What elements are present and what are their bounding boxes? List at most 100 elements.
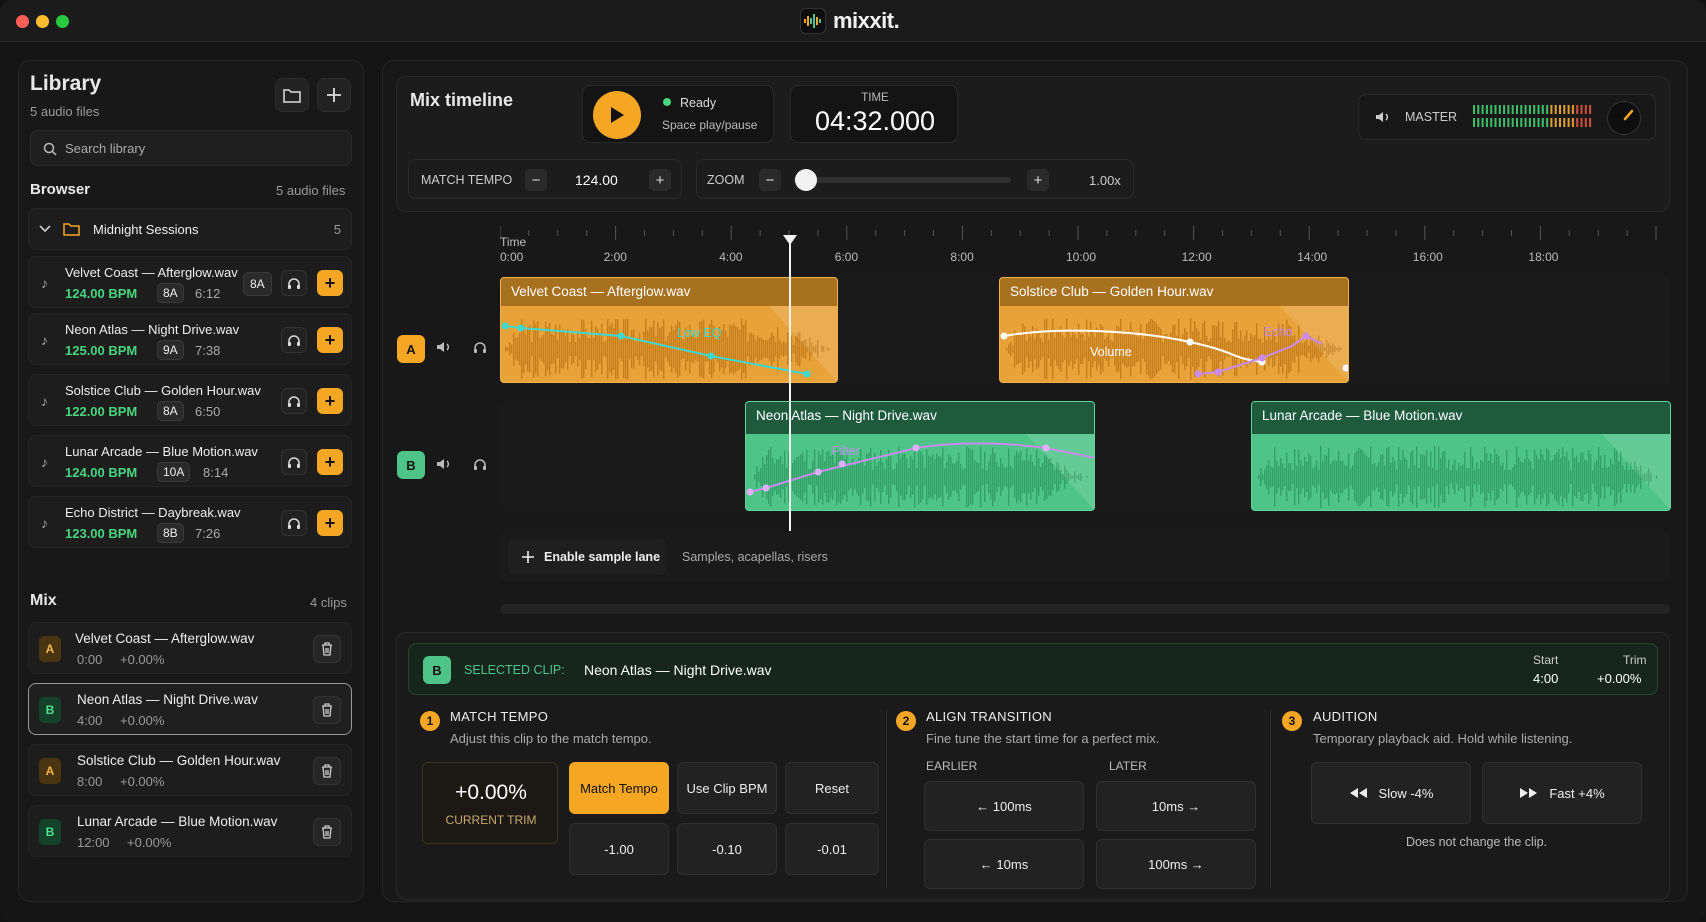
current-trim-caption: CURRENT TRIM: [445, 813, 537, 827]
use-clip-bpm-button[interactable]: Use Clip BPM: [677, 762, 777, 814]
timeline-clip[interactable]: Lunar Arcade — Blue Motion.wav: [1251, 401, 1671, 511]
mix-clip-item[interactable]: B Neon Atlas — Night Drive.wav 4:00 +0.0…: [28, 683, 352, 735]
time-ruler[interactable]: 0:00 2:00 4:00 6:00 8:00 10:00 12:00 14:00 16:00…: [500, 226, 1670, 270]
match-tempo-title: MATCH TEMPO: [450, 709, 549, 724]
playhead-handle-icon[interactable]: [782, 234, 798, 246]
mix-clip-item[interactable]: A Velvet Coast — Afterglow.wav 0:00 +0.0…: [28, 622, 352, 674]
library-track[interactable]: ♪ Velvet Coast — Afterglow.wav 124.00 BP…: [28, 256, 352, 308]
music-note-icon: ♪: [41, 393, 48, 409]
folder-count: 5: [333, 222, 341, 237]
shift-earlier-10ms-button[interactable]: ← 10ms: [924, 839, 1084, 889]
timeline-clip-selected[interactable]: Neon Atlas — Night Drive.wav Filter: [745, 401, 1095, 511]
music-note-icon: ♪: [41, 275, 48, 291]
app-window: mixxit. Library 5 audio files Search lib…: [0, 0, 1706, 922]
time-value: 04:32.000: [814, 106, 936, 136]
folder-row-midnight-sessions[interactable]: Midnight Sessions 5: [28, 208, 352, 250]
clip-start: 8:00: [77, 774, 103, 789]
tempo-decrement-button[interactable]: −: [525, 169, 547, 191]
trim-minus-1-button[interactable]: -1.00: [569, 823, 669, 875]
trim-minus-0.1-button[interactable]: -0.10: [677, 823, 777, 875]
clip-name: Solstice Club — Golden Hour.wav: [77, 753, 281, 768]
close-window-button[interactable]: [16, 15, 29, 28]
preview-button[interactable]: [281, 270, 307, 296]
align-transition-subtitle: Fine tune the start time for a perfect m…: [926, 731, 1160, 746]
preview-button[interactable]: [281, 327, 307, 353]
add-to-mix-button[interactable]: +: [317, 327, 343, 353]
shift-earlier-100ms-button[interactable]: ← 100ms: [924, 781, 1084, 831]
mix-clip-item[interactable]: A Solstice Club — Golden Hour.wav 8:00 +…: [28, 744, 352, 796]
plus-icon: +: [324, 272, 336, 293]
track-key: 9A: [157, 340, 184, 360]
headphones-icon: [288, 334, 300, 346]
selected-deck-badge: B: [423, 656, 451, 684]
master-section: MASTER: [1358, 94, 1656, 140]
ruler-tick-label: 4:00: [719, 250, 743, 264]
library-track[interactable]: ♪ Neon Atlas — Night Drive.wav 125.00 BP…: [28, 313, 352, 365]
track-duration: 7:26: [195, 526, 221, 541]
delete-clip-button[interactable]: [313, 757, 341, 785]
sample-lane-hint: Samples, acapellas, risers: [682, 550, 828, 564]
step-number: 1: [420, 711, 440, 731]
lane-a-mute-button[interactable]: [436, 340, 452, 359]
zoom-slider-thumb[interactable]: [795, 169, 817, 191]
search-input[interactable]: Search library: [30, 130, 352, 166]
open-folder-button[interactable]: [275, 78, 309, 112]
track-bpm: 124.00 BPM: [65, 465, 138, 480]
enable-sample-lane-button[interactable]: Enable sample lane: [508, 539, 666, 575]
preview-button[interactable]: [281, 449, 307, 475]
library-track[interactable]: ♪ Echo District — Daybreak.wav 123.00 BP…: [28, 496, 352, 548]
plus-icon: +: [1033, 171, 1043, 189]
timeline-clip[interactable]: Solstice Club — Golden Hour.wav Volume E…: [999, 277, 1349, 383]
tempo-increment-button[interactable]: +: [649, 169, 671, 191]
time-label: TIME: [861, 92, 889, 104]
fast-audition-button[interactable]: Fast +4%: [1482, 762, 1642, 824]
track-name: Neon Atlas — Night Drive.wav: [65, 322, 240, 337]
speaker-icon: [1376, 112, 1388, 122]
reset-button[interactable]: Reset: [785, 762, 879, 814]
deck-badge: B: [39, 819, 61, 845]
automation-label: Echo: [1264, 325, 1293, 339]
zoom-out-button[interactable]: −: [759, 169, 781, 191]
add-to-mix-button[interactable]: +: [317, 270, 343, 296]
mix-clip-item[interactable]: B Lunar Arcade — Blue Motion.wav 12:00 +…: [28, 805, 352, 857]
folder-name: Midnight Sessions: [93, 222, 199, 237]
playhead[interactable]: [789, 240, 791, 531]
delete-clip-button[interactable]: [313, 696, 341, 724]
delete-clip-button[interactable]: [313, 818, 341, 846]
add-to-mix-button[interactable]: +: [317, 388, 343, 414]
match-tempo-button[interactable]: Match Tempo: [569, 762, 669, 814]
add-to-mix-button[interactable]: +: [317, 510, 343, 536]
preview-button[interactable]: [281, 388, 307, 414]
start-value: 4:00: [1533, 671, 1559, 686]
lane-b-cue-button[interactable]: [473, 458, 487, 476]
master-volume-knob[interactable]: [1607, 101, 1641, 135]
play-button[interactable]: [593, 91, 641, 139]
preview-button[interactable]: [281, 510, 307, 536]
zoom-slider-track[interactable]: [793, 177, 1011, 183]
delete-clip-button[interactable]: [313, 635, 341, 663]
align-transition-title: ALIGN TRANSITION: [926, 709, 1052, 724]
library-track[interactable]: ♪ Solstice Club — Golden Hour.wav 122.00…: [28, 374, 352, 426]
horizontal-scrollbar[interactable]: [500, 604, 1670, 614]
divider: [886, 710, 887, 888]
slow-audition-button[interactable]: Slow -4%: [1311, 762, 1471, 824]
waveform: [746, 434, 1094, 510]
clip-name: Velvet Coast — Afterglow.wav: [75, 631, 255, 646]
zoom-in-button[interactable]: +: [1027, 169, 1049, 191]
track-name: Solstice Club — Golden Hour.wav: [65, 383, 261, 398]
library-track[interactable]: ♪ Lunar Arcade — Blue Motion.wav 124.00 …: [28, 435, 352, 487]
add-to-mix-button[interactable]: +: [317, 449, 343, 475]
timeline-clip[interactable]: Velvet Coast — Afterglow.wav Low EQ: [500, 277, 838, 383]
clip-trim: +0.00%: [127, 835, 172, 850]
add-file-button[interactable]: [317, 78, 351, 112]
zoom-window-button[interactable]: [56, 15, 69, 28]
track-bpm: 122.00 BPM: [65, 404, 138, 419]
lane-a-cue-button[interactable]: [473, 341, 487, 359]
rewind-icon: [1349, 788, 1367, 798]
lane-b-mute-button[interactable]: [436, 457, 452, 476]
shift-later-100ms-button[interactable]: 100ms →: [1096, 839, 1256, 889]
trim-minus-0.01-button[interactable]: -0.01: [785, 823, 879, 875]
clip-title: Velvet Coast — Afterglow.wav: [511, 284, 691, 299]
shift-later-10ms-button[interactable]: 10ms →: [1096, 781, 1256, 831]
minimize-window-button[interactable]: [36, 15, 49, 28]
